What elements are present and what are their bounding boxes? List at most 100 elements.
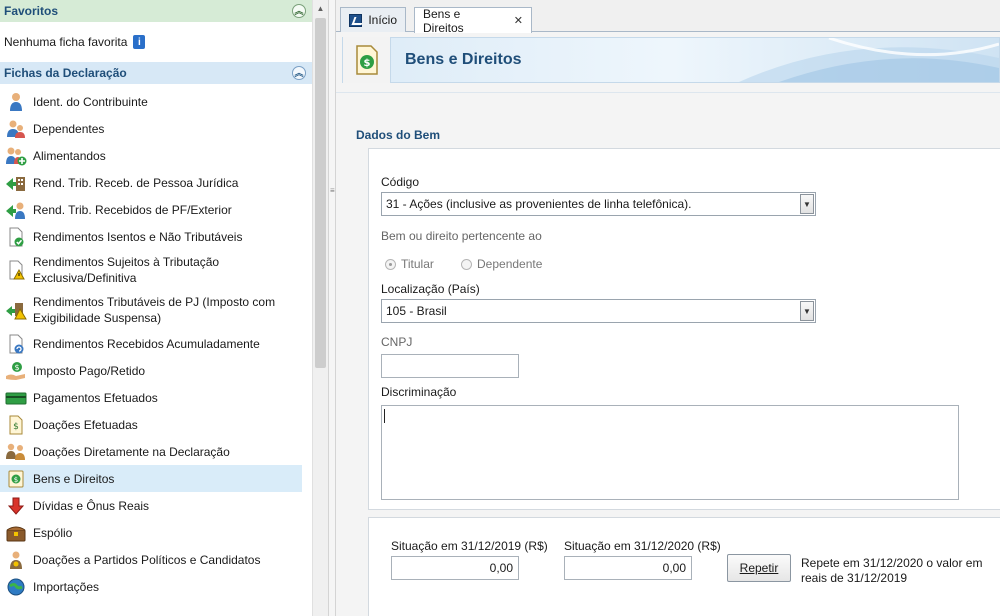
debts-icon [5,496,27,516]
tab-bens-direitos[interactable]: Bens e Direitos ✕ [414,6,532,35]
fichas-header[interactable]: Fichas da Declaração ︽ [0,62,312,84]
sidebar: Favoritos ︽ Nenhuma ficha favorita i Fic… [0,0,312,616]
close-icon[interactable]: ✕ [514,14,523,27]
sidebar-scrollbar[interactable]: ▲ [312,0,328,616]
dados-bem-box: Código 31 - Ações (inclusive as provenie… [368,148,1000,510]
sidebar-item-label: Doações Diretamente na Declaração [33,444,230,459]
suspended-tax-icon [5,300,27,320]
discriminacao-label: Discriminação [381,385,457,399]
donations-icon: $ [5,415,27,435]
titular-label: Titular [401,257,434,271]
sit2019-label: Situação em 31/12/2019 (R$) [391,539,548,553]
favoritos-empty-text: Nenhuma ficha favorita [4,35,128,49]
political-donations-icon [5,550,27,570]
localizacao-value: 105 - Brasil [386,304,447,318]
sidebar-item-doacoes-diretamente[interactable]: Doações Diretamente na Declaração [0,438,302,465]
sidebar-item-imposto-pago[interactable]: $ Imposto Pago/Retido [0,357,302,384]
sidebar-item-rend-acumulados[interactable]: Rendimentos Recebidos Acumuladamente [0,330,302,357]
scroll-up-icon[interactable]: ▲ [313,0,328,16]
payments-icon [5,388,27,408]
sidebar-item-label: Rendimentos Tributáveis de PJ (Imposto c… [33,295,276,325]
panel-splitter[interactable]: ≡ [328,0,336,616]
info-icon[interactable]: i [133,35,146,49]
dependente-label: Dependente [477,257,543,271]
sidebar-item-doacoes-partidos[interactable]: Doações a Partidos Políticos e Candidato… [0,546,302,573]
form-area: Dados do Bem Código 31 - Ações (inclusiv… [336,92,1000,616]
codigo-select[interactable]: 31 - Ações (inclusive as provenientes de… [381,192,816,216]
scrollbar-thumb[interactable] [315,18,326,368]
assets-icon: $ [5,469,27,489]
header-decoration [739,38,999,82]
section-title: Dados do Bem [356,128,441,142]
sidebar-item-label: Imposto Pago/Retido [33,363,146,378]
estate-icon [5,523,27,543]
pertencente-label: Bem ou direito pertencente ao [381,229,542,243]
person-icon [5,92,27,112]
sidebar-item-rend-suspensa[interactable]: Rendimentos Tributáveis de PJ (Imposto c… [0,290,302,330]
sidebar-item-ident-contribuinte[interactable]: Ident. do Contribuinte [0,88,302,115]
sidebar-item-label: Doações a Partidos Políticos e Candidato… [33,552,261,567]
svg-text:$: $ [14,363,19,372]
sidebar-item-label: Dependentes [33,121,105,136]
sidebar-item-alimentandos[interactable]: Alimentandos [0,142,302,169]
svg-text:$: $ [363,58,370,69]
localizacao-label: Localização (País) [381,282,480,296]
main-panel: Início Bens e Direitos ✕ $ Bens e Direit… [336,0,1000,616]
exclusive-tax-icon [5,260,27,280]
sidebar-item-label: Bens e Direitos [33,471,115,486]
tab-inicio[interactable]: Início [340,7,406,32]
situacao-box: Situação em 31/12/2019 (R$) 0,00 Situaçã… [368,517,1000,616]
sidebar-item-dependentes[interactable]: Dependentes [0,115,302,142]
sidebar-item-label: Pagamentos Efetuados [33,390,158,405]
cnpj-field[interactable] [381,354,519,378]
radio-unselected-icon [461,258,472,270]
sidebar-item-label: Doações Efetuadas [33,417,138,432]
pj-income-icon [5,173,27,193]
repetir-button[interactable]: Repetir [727,554,791,582]
sidebar-item-label: Importações [33,579,100,594]
tab-label: Início [368,13,397,27]
sidebar-item-label: Rendimentos Isentos e Não Tributáveis [33,229,243,244]
titular-radio[interactable]: Titular [385,257,434,271]
sit2019-field[interactable]: 0,00 [391,556,519,580]
exempt-income-icon [5,227,27,247]
sidebar-item-dividas[interactable]: Dívidas e Ônus Reais [0,492,302,519]
sit2020-field[interactable]: 0,00 [564,556,692,580]
sidebar-item-label: Rendimentos Recebidos Acumuladamente [33,336,260,351]
collapse-favoritos-icon[interactable]: ︽ [292,4,306,18]
codigo-label: Código [381,175,420,189]
chevron-down-icon[interactable]: ▼ [800,301,814,321]
sidebar-item-label: Dívidas e Ônus Reais [33,498,150,513]
radio-selected-icon [385,258,396,270]
favoritos-title: Favoritos [4,4,59,18]
sidebar-item-rend-exclusiva[interactable]: Rendimentos Sujeitos à Tributação Exclus… [0,250,302,290]
direct-donations-icon [5,442,27,462]
pf-income-icon [5,200,27,220]
dependente-radio[interactable]: Dependente [461,257,542,271]
assets-icon: $ [343,37,391,83]
favoritos-header[interactable]: Favoritos ︽ [0,0,312,22]
cnpj-label: CNPJ [381,335,413,349]
sidebar-item-pagamentos[interactable]: Pagamentos Efetuados [0,384,302,411]
sidebar-item-importacoes[interactable]: Importações [0,573,302,600]
sidebar-item-rend-trib-pj[interactable]: Rend. Trib. Receb. de Pessoa Jurídica [0,169,302,196]
sidebar-item-bens-direitos[interactable]: $ Bens e Direitos [0,465,302,492]
imports-icon [5,577,27,597]
collapse-fichas-icon[interactable]: ︽ [292,66,306,80]
sidebar-item-rend-isentos[interactable]: Rendimentos Isentos e Não Tributáveis [0,223,302,250]
accumulated-income-icon [5,334,27,354]
sidebar-item-doacoes[interactable]: $ Doações Efetuadas [0,411,302,438]
sit2020-label: Situação em 31/12/2020 (R$) [564,539,721,553]
splitter-grip-icon[interactable]: ≡ [330,186,335,195]
page-header: $ Bens e Direitos [342,37,1000,83]
chevron-down-icon[interactable]: ▼ [800,194,814,214]
discriminacao-textarea[interactable] [381,405,959,500]
codigo-value: 31 - Ações (inclusive as provenientes de… [386,197,692,211]
sidebar-item-label: Alimentandos [33,148,106,163]
sidebar-item-label: Ident. do Contribuinte [33,94,148,109]
sidebar-item-rend-trib-pf[interactable]: Rend. Trib. Recebidos de PF/Exterior [0,196,302,223]
tab-label: Bens e Direitos [423,6,464,35]
localizacao-select[interactable]: 105 - Brasil ▼ [381,299,816,323]
sidebar-item-espolio[interactable]: Espólio [0,519,302,546]
home-icon [349,13,363,27]
